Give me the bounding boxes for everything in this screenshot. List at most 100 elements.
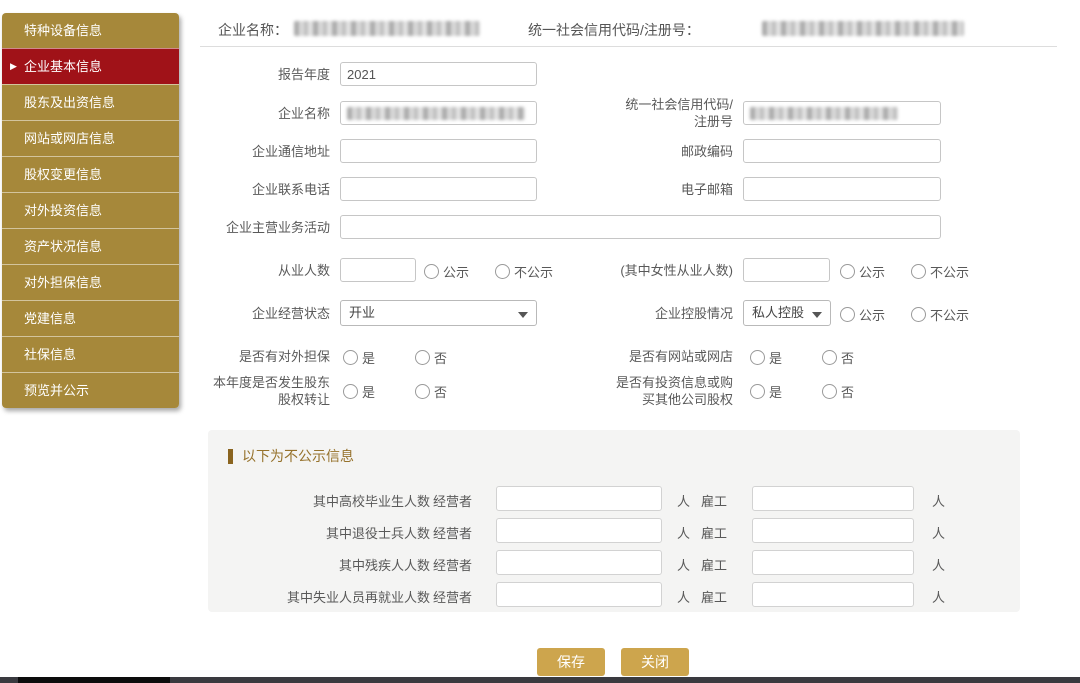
yes-option-label: 是 — [769, 382, 782, 401]
has-website-radio-group: 是 否 — [750, 348, 854, 367]
save-button[interactable]: 保存 — [537, 648, 605, 676]
veterans-operator-input[interactable] — [496, 518, 662, 543]
employees-label: 从业人数 — [200, 262, 330, 279]
postcode-input[interactable] — [743, 139, 941, 163]
non-public-section-heading: 以下为不公示信息 — [228, 446, 354, 466]
equity-transfer-radio-group: 是 否 — [343, 382, 447, 401]
operator-label: 经营者 — [433, 523, 472, 542]
header-divider — [200, 46, 1057, 47]
has-website-label: 是否有网站或网店 — [580, 348, 733, 365]
holding-public-radio[interactable] — [840, 307, 855, 322]
header-company-name-label: 企业名称： — [218, 20, 288, 40]
female-employees-public-radio[interactable] — [840, 264, 855, 279]
reemployed-label: 其中失业人员再就业人数 — [230, 587, 430, 606]
email-input[interactable] — [743, 177, 941, 201]
female-employees-not-public-radio[interactable] — [911, 264, 926, 279]
holding-not-public-radio[interactable] — [911, 307, 926, 322]
female-employees-label: (其中女性从业人数) — [580, 262, 733, 279]
investment-yes-radio[interactable] — [750, 384, 765, 399]
public-option-label: 公示 — [859, 305, 885, 324]
sidebar-item-label: 股东及出资信息 — [24, 95, 115, 110]
phone-input[interactable] — [340, 177, 537, 201]
equity-transfer-yes-radio[interactable] — [343, 384, 358, 399]
equity-transfer-label-line2: 股权转让 — [278, 392, 330, 407]
has-guarantee-label: 是否有对外担保 — [200, 348, 330, 365]
company-name-input[interactable] — [340, 101, 537, 125]
has-investment-radio-group: 是 否 — [750, 382, 854, 401]
sidebar-item-shareholders[interactable]: 股东及出资信息 — [2, 84, 179, 120]
footer-logo-block — [18, 677, 170, 683]
not-public-option-label: 不公示 — [514, 262, 553, 281]
female-employees-input[interactable] — [743, 258, 830, 282]
heading-bar-icon — [228, 449, 233, 464]
holding-status-select[interactable]: 私人控股 — [743, 300, 831, 326]
sidebar-item-preview-publish[interactable]: 预览并公示 — [2, 372, 179, 408]
operator-label: 经营者 — [433, 555, 472, 574]
website-no-radio[interactable] — [822, 350, 837, 365]
yes-option-label: 是 — [362, 348, 375, 367]
holding-status-selected-value: 私人控股 — [752, 305, 804, 320]
business-status-select[interactable]: 开业 — [340, 300, 537, 326]
business-status-label: 企业经营状态 — [200, 305, 330, 322]
sidebar-item-label: 党建信息 — [24, 311, 76, 326]
unit-label: 人 — [677, 587, 690, 606]
employees-public-radio[interactable] — [424, 264, 439, 279]
has-investment-label-line2: 买其他公司股权 — [642, 392, 733, 407]
equity-transfer-label: 本年度是否发生股东 股权转让 — [200, 374, 330, 408]
credit-code-label-line2: 注册号 — [694, 114, 733, 129]
equity-transfer-no-radio[interactable] — [415, 384, 430, 399]
disabled-employee-input[interactable] — [752, 550, 914, 575]
postcode-label: 邮政编码 — [580, 143, 733, 160]
disabled-operator-input[interactable] — [496, 550, 662, 575]
has-guarantee-radio-group: 是 否 — [343, 348, 447, 367]
employee-label: 雇工 — [701, 587, 727, 606]
disabled-label: 其中残疾人人数 — [230, 555, 430, 574]
unit-label: 人 — [677, 491, 690, 510]
no-option-label: 否 — [434, 348, 447, 367]
employee-label: 雇工 — [701, 523, 727, 542]
investment-no-radio[interactable] — [822, 384, 837, 399]
sidebar-item-investment[interactable]: 对外投资信息 — [2, 192, 179, 228]
sidebar-item-website[interactable]: 网站或网店信息 — [2, 120, 179, 156]
reemployed-employee-input[interactable] — [752, 582, 914, 607]
graduates-operator-input[interactable] — [496, 486, 662, 511]
sidebar-item-guarantee[interactable]: 对外担保信息 — [2, 264, 179, 300]
employees-not-public-radio[interactable] — [495, 264, 510, 279]
sidebar-item-basic-info[interactable]: ▶企业基本信息 — [2, 48, 179, 84]
header-credit-code-label: 统一社会信用代码/注册号： — [528, 20, 700, 40]
guarantee-no-radio[interactable] — [415, 350, 430, 365]
yes-option-label: 是 — [362, 382, 375, 401]
website-yes-radio[interactable] — [750, 350, 765, 365]
email-label: 电子邮箱 — [580, 181, 733, 198]
close-button[interactable]: 关闭 — [621, 648, 689, 676]
yes-option-label: 是 — [769, 348, 782, 367]
sidebar-item-assets[interactable]: 资产状况信息 — [2, 228, 179, 264]
sidebar-item-social-security[interactable]: 社保信息 — [2, 336, 179, 372]
report-year-input[interactable] — [340, 62, 537, 86]
sidebar-item-party-building[interactable]: 党建信息 — [2, 300, 179, 336]
has-investment-label: 是否有投资信息或购 买其他公司股权 — [580, 374, 733, 408]
employees-publicity-radio-group: 公示 不公示 — [424, 262, 553, 281]
operator-label: 经营者 — [433, 587, 472, 606]
holding-publicity-radio-group: 公示 不公示 — [840, 305, 969, 324]
guarantee-yes-radio[interactable] — [343, 350, 358, 365]
graduates-employee-input[interactable] — [752, 486, 914, 511]
credit-code-input[interactable] — [743, 101, 941, 125]
operator-label: 经营者 — [433, 491, 472, 510]
sidebar-item-label: 对外担保信息 — [24, 275, 102, 290]
unit-label: 人 — [677, 555, 690, 574]
veterans-label: 其中退役士兵人数 — [230, 523, 430, 542]
credit-code-label-line1: 统一社会信用代码/ — [625, 97, 733, 112]
company-name-label: 企业名称 — [200, 105, 330, 122]
no-option-label: 否 — [434, 382, 447, 401]
reemployed-operator-input[interactable] — [496, 582, 662, 607]
employees-input[interactable] — [340, 258, 416, 282]
veterans-employee-input[interactable] — [752, 518, 914, 543]
equity-transfer-label-line1: 本年度是否发生股东 — [213, 375, 330, 390]
main-business-input[interactable] — [340, 215, 941, 239]
sidebar-item-special-equipment[interactable]: 特种设备信息 — [2, 13, 179, 48]
main-business-label: 企业主营业务活动 — [200, 219, 330, 236]
sidebar-item-label: 资产状况信息 — [24, 239, 102, 254]
address-input[interactable] — [340, 139, 537, 163]
sidebar-item-equity-change[interactable]: 股权变更信息 — [2, 156, 179, 192]
